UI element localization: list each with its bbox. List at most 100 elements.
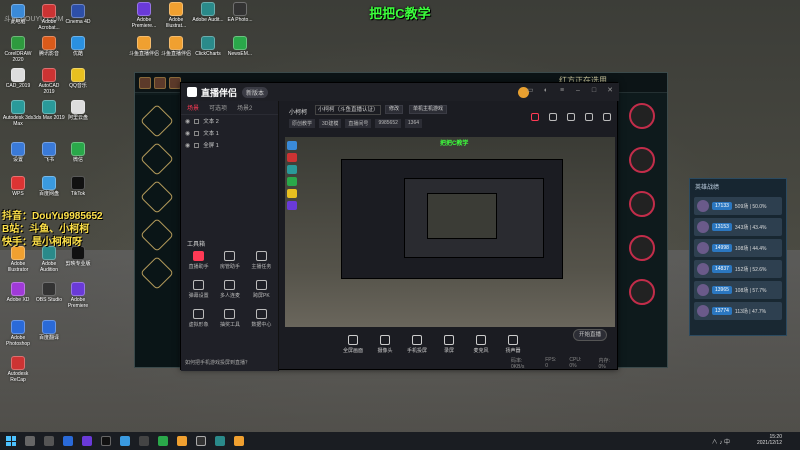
bell-icon[interactable] — [585, 113, 593, 121]
desktop-icon[interactable]: 设置 — [2, 142, 34, 163]
desktop-icon[interactable]: Adobe Premiere — [62, 282, 94, 309]
champion-avatar[interactable] — [139, 76, 151, 89]
stream-preview[interactable]: 把把C教学 — [285, 137, 615, 327]
tab-options[interactable]: 可选项 — [209, 103, 227, 112]
live-companion-window[interactable]: 直播伴侣 新版本 ▭ ◐ ≡ – □ ✕ 场景 可选项 场景2 ◉ 文本 2 ◉… — [180, 82, 619, 371]
desktop-icon[interactable]: QQ音乐 — [62, 68, 94, 89]
desktop-icon[interactable]: TikTok — [62, 176, 94, 197]
hero-record-row[interactable]: 17133 509场 | 50.0% — [694, 197, 782, 215]
window-titlebar[interactable]: 直播伴侣 新版本 ▭ ◐ ≡ – □ ✕ — [181, 83, 619, 101]
toolbox-item[interactable]: 抽奖工具 — [214, 309, 245, 328]
toolbox-item[interactable]: 主播任务 — [246, 251, 277, 270]
toolbox-item[interactable]: 跨屏PK — [246, 280, 277, 299]
desktop-icon[interactable]: WPS — [2, 176, 34, 197]
summoner-slot[interactable] — [629, 191, 655, 217]
source-tool-button[interactable]: 全屏画面 — [341, 335, 365, 354]
desktop-icon[interactable]: CorelDRAW 2020 — [2, 36, 34, 63]
desktop-icon[interactable]: 飞书 — [33, 142, 65, 163]
desktop-icon[interactable]: Adobe XD — [2, 282, 34, 303]
scene-item[interactable]: ◉ 文本 1 — [181, 127, 278, 139]
app-icon[interactable] — [196, 436, 206, 446]
desktop-icon[interactable]: Adobe Acrobat... — [33, 4, 65, 31]
room-tag[interactable]: 1364 — [404, 119, 423, 128]
version-badge[interactable]: 新版本 — [242, 86, 269, 98]
toolbox-item[interactable]: 数据中心 — [246, 309, 277, 328]
room-tag[interactable]: 原创教学 — [289, 119, 316, 128]
eye-icon[interactable]: ◉ — [185, 130, 190, 137]
source-tool-button[interactable]: 麦克风 — [469, 335, 493, 354]
eye-icon[interactable]: ◉ — [185, 118, 190, 125]
desktop-icon[interactable]: Adobe Photoshop — [2, 320, 34, 347]
capcut-icon[interactable] — [101, 436, 111, 446]
desktop-icon[interactable]: CAD_2019 — [2, 68, 34, 89]
desktop-icon[interactable]: 腾讯影音 — [33, 36, 65, 57]
desktop-icon[interactable]: 百度网盘 — [33, 176, 65, 197]
source-tool-button[interactable]: 摄像头 — [373, 335, 397, 354]
summoner-slot[interactable] — [629, 279, 655, 305]
desktop-icon[interactable]: OBS Studio — [33, 282, 65, 303]
lock-icon[interactable] — [549, 113, 557, 121]
system-tray[interactable]: ∧ ♪ 中 — [712, 437, 730, 446]
rune-icon[interactable] — [140, 104, 174, 138]
champion-avatar[interactable] — [154, 76, 166, 89]
desktop-icon[interactable]: Adobe Illustrat... — [160, 2, 192, 29]
tab-scenes[interactable]: 场景 — [187, 103, 199, 112]
desktop-icon[interactable]: AutoCAD 2019 — [33, 68, 65, 95]
desktop-icon[interactable]: 阿里云盘 — [62, 100, 94, 121]
desktop-icon[interactable]: ClickCharts — [192, 36, 224, 57]
clock[interactable]: 15:20 2021/12/12 — [757, 434, 782, 446]
minimize-icon[interactable]: – — [574, 87, 582, 95]
tab-scene2[interactable]: 场景2 — [237, 103, 252, 112]
room-title-input[interactable]: 小柯柯（斗鱼直播认证） — [315, 105, 381, 115]
hero-record-row[interactable]: 13774 113场 | 47.7% — [694, 302, 782, 320]
summoner-slot[interactable] — [629, 235, 655, 261]
search-icon[interactable] — [25, 436, 35, 446]
skin-icon[interactable]: ◐ — [542, 87, 550, 95]
category-button[interactable]: 单机主机游戏 — [409, 105, 448, 114]
desktop-icon[interactable]: NewsEM... — [224, 36, 256, 57]
hero-record-row[interactable]: 14998 108场 | 44.4% — [694, 239, 782, 257]
source-tool-button[interactable]: 手机投屏 — [405, 335, 429, 354]
photoshop-icon[interactable] — [63, 436, 73, 446]
toolbox-item[interactable]: 弹幕设置 — [183, 280, 214, 299]
toolbox-item[interactable]: 多人连麦 — [214, 280, 245, 299]
desktop-icon[interactable]: 此电脑 — [2, 4, 34, 25]
hero-record-row[interactable]: 14837 152场 | 52.6% — [694, 260, 782, 278]
hero-record-row[interactable]: 13965 108场 | 57.7% — [694, 281, 782, 299]
desktop-icon[interactable]: Adobe Audit... — [192, 2, 224, 23]
rune-icon[interactable] — [140, 142, 174, 176]
room-tag[interactable]: 3D建模 — [319, 119, 342, 128]
toolbox-item[interactable]: 房管助手 — [214, 251, 245, 270]
desktop-icon[interactable]: Autodesk ReCap — [2, 356, 34, 383]
share-icon[interactable] — [603, 113, 611, 121]
wechat-icon[interactable] — [158, 436, 168, 446]
desktop-icon[interactable]: 微信 — [62, 142, 94, 163]
help-tip-link[interactable]: 如何把手机游戏投屏到直播？ — [185, 359, 250, 366]
rune-icon[interactable] — [140, 218, 174, 252]
premiere-icon[interactable] — [82, 436, 92, 446]
toolbox-item[interactable]: 直播助手 — [183, 251, 214, 270]
desktop-icon[interactable]: Adobe Illustrator — [2, 246, 34, 273]
room-tag[interactable]: 直播间号 — [345, 119, 372, 128]
desktop-icon[interactable]: 优酷 — [62, 36, 94, 57]
desktop-icon[interactable]: 剪映专业版 — [62, 246, 94, 267]
close-icon[interactable]: ✕ — [606, 87, 614, 95]
eye-icon[interactable]: ◉ — [185, 142, 190, 149]
edge-icon[interactable] — [120, 436, 130, 446]
desktop-icon[interactable]: 3ds Max 2019 — [33, 100, 65, 121]
desktop-icon[interactable]: EA Photo... — [224, 2, 256, 23]
desktop-icon[interactable]: Adobe Audition — [33, 246, 65, 273]
desktop-icon[interactable]: Autodesk 3ds Max — [2, 100, 34, 127]
source-tool-button[interactable]: 录屏 — [437, 335, 461, 354]
summoner-slot[interactable] — [629, 103, 655, 129]
summoner-slot[interactable] — [629, 147, 655, 173]
lock-icon[interactable] — [194, 142, 200, 148]
scene-item[interactable]: ◉ 全屏 1 — [181, 139, 278, 151]
screen-icon[interactable] — [567, 113, 575, 121]
desktop-icon[interactable]: Cinema 4D — [62, 4, 94, 25]
source-tool-button[interactable]: 扬声器 — [501, 335, 525, 354]
rune-icon[interactable] — [140, 180, 174, 214]
toolbox-item[interactable]: 虚拟形象 — [183, 309, 214, 328]
windows-start-icon[interactable] — [6, 436, 16, 446]
menu-icon[interactable]: ≡ — [558, 87, 566, 95]
